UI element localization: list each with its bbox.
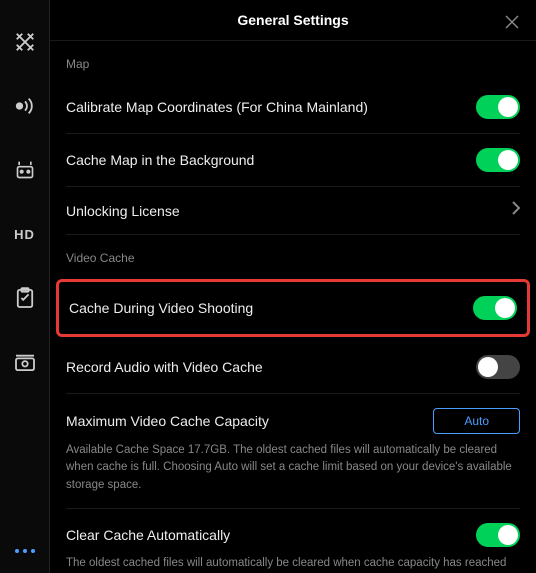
row-cache-bg: Cache Map in the Background bbox=[66, 134, 520, 187]
clear-description: The oldest cached files will automatical… bbox=[66, 555, 520, 573]
clipboard-icon[interactable] bbox=[13, 286, 37, 310]
label-cache-bg: Cache Map in the Background bbox=[66, 152, 254, 168]
row-cache-shooting: Cache During Video Shooting bbox=[56, 279, 530, 337]
row-clear-auto: Clear Cache Automatically bbox=[66, 509, 520, 555]
label-record-audio: Record Audio with Video Cache bbox=[66, 359, 263, 375]
main: General Settings Map Calibrate Map Coord… bbox=[50, 0, 536, 573]
chevron-right-icon bbox=[512, 201, 520, 220]
section-video-cache: Video Cache bbox=[66, 235, 520, 275]
row-record-audio: Record Audio with Video Cache bbox=[66, 341, 520, 394]
label-cache-shooting: Cache During Video Shooting bbox=[69, 300, 253, 316]
row-capacity: Maximum Video Cache Capacity Auto bbox=[66, 394, 520, 442]
drone-icon[interactable] bbox=[13, 30, 37, 54]
row-calibrate: Calibrate Map Coordinates (For China Mai… bbox=[66, 81, 520, 134]
row-unlock[interactable]: Unlocking License bbox=[66, 187, 520, 235]
toggle-record-audio[interactable] bbox=[476, 355, 520, 379]
page-title: General Settings bbox=[237, 12, 348, 28]
sidebar: HD bbox=[0, 0, 50, 573]
hd-icon[interactable]: HD bbox=[13, 222, 37, 246]
more-icon[interactable] bbox=[15, 549, 35, 553]
section-map: Map bbox=[66, 41, 520, 81]
label-calibrate: Calibrate Map Coordinates (For China Mai… bbox=[66, 99, 368, 115]
label-unlock: Unlocking License bbox=[66, 203, 180, 219]
toggle-cache-shooting[interactable] bbox=[473, 296, 517, 320]
close-button[interactable] bbox=[500, 10, 524, 34]
camera-icon[interactable] bbox=[13, 350, 37, 374]
rc-icon[interactable] bbox=[13, 158, 37, 182]
capacity-auto-button[interactable]: Auto bbox=[433, 408, 520, 434]
toggle-cache-bg[interactable] bbox=[476, 148, 520, 172]
toggle-clear-auto[interactable] bbox=[476, 523, 520, 547]
header: General Settings bbox=[50, 0, 536, 41]
label-clear-auto: Clear Cache Automatically bbox=[66, 527, 230, 543]
capacity-description: Available Cache Space 17.7GB. The oldest… bbox=[66, 442, 520, 509]
label-capacity: Maximum Video Cache Capacity bbox=[66, 413, 269, 429]
signal-icon[interactable] bbox=[13, 94, 37, 118]
content: Map Calibrate Map Coordinates (For China… bbox=[50, 41, 536, 573]
toggle-calibrate[interactable] bbox=[476, 95, 520, 119]
